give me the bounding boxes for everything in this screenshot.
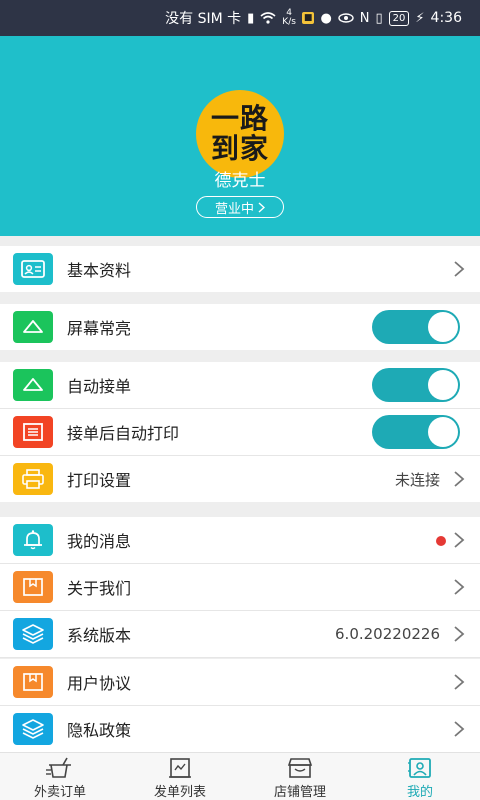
menu-label: 打印设置: [67, 471, 132, 490]
nfc-icon: N: [359, 10, 370, 26]
wifi-icon: [260, 12, 276, 24]
box-icon: [13, 571, 53, 603]
toggle-knob: [428, 417, 458, 447]
toggle-knob: [428, 312, 458, 342]
menu-label: 接单后自动打印: [67, 424, 180, 443]
menu-item-auto-accept: 自动接单: [0, 362, 480, 408]
chevron-right-icon: [454, 674, 465, 690]
profile-header: 一路 到家 德克士 营业中: [0, 36, 480, 236]
menu-label: 自动接单: [67, 377, 132, 396]
sun-outline-icon: [13, 311, 53, 343]
brand-logo: 一路 到家: [196, 90, 284, 178]
menu-item-messages[interactable]: 我的消息: [0, 517, 480, 563]
layers-icon: [13, 713, 53, 745]
nav-label: 我的: [406, 785, 433, 800]
menu-item-privacy[interactable]: 隐私政策: [0, 706, 480, 752]
chevron-right-icon: [454, 626, 465, 642]
menu-item-about[interactable]: 关于我们: [0, 564, 480, 610]
charging-icon: ⚡: [415, 10, 425, 26]
eye-icon: [338, 13, 354, 23]
nav-mine[interactable]: 我的: [360, 753, 480, 800]
logo-line-1: 一路: [210, 102, 269, 135]
divider: [0, 657, 480, 658]
nav-label: 发单列表: [153, 785, 206, 800]
chevron-right-icon: [454, 261, 465, 277]
battery-icon: 20: [388, 10, 410, 26]
menu-item-version[interactable]: 系统版本 6.0.20220226: [0, 611, 480, 657]
menu-label: 屏幕常亮: [67, 319, 132, 338]
nav-takeout-orders[interactable]: 外卖订单: [0, 753, 120, 800]
printer-icon: [13, 463, 53, 495]
menu-label: 关于我们: [67, 579, 132, 598]
menu-label: 用户协议: [67, 674, 132, 693]
screen-on-toggle[interactable]: [372, 310, 460, 344]
id-card-icon: [13, 253, 53, 285]
unread-dot: [436, 536, 446, 546]
menu-item-basic-info[interactable]: 基本资料: [0, 246, 480, 292]
chevron-right-icon: [454, 471, 465, 487]
business-status-button[interactable]: 营业中: [196, 196, 284, 218]
menu-label: 系统版本: [67, 626, 132, 645]
wechat-icon: ●: [320, 10, 332, 26]
business-status-label: 营业中: [214, 201, 254, 217]
logo-line-2: 到家: [210, 132, 269, 165]
menu-label: 隐私政策: [67, 721, 132, 740]
bottom-navigation: 外卖订单 发单列表 店铺管理 我的: [0, 752, 480, 800]
carrier-text: 没有 SIM 卡: [165, 11, 242, 27]
menu-label: 我的消息: [67, 532, 132, 551]
menu-item-user-agreement[interactable]: 用户协议: [0, 659, 480, 705]
takeout-cup-icon: [46, 757, 71, 778]
chevron-right-icon: [454, 532, 465, 548]
document-list-icon: [169, 758, 191, 778]
network-speed: 4 K/s: [282, 9, 296, 27]
sim-alert-icon: ▮: [247, 10, 255, 26]
clock-time: 4:36: [430, 10, 462, 26]
box-icon: [13, 666, 53, 698]
auto-print-toggle[interactable]: [372, 415, 460, 449]
vibrate-icon: ▯: [375, 10, 383, 26]
status-bar: 没有 SIM 卡 ▮ 4 K/s ■ ● N ▯ 20 ⚡ 4:36: [0, 0, 480, 36]
menu-item-screen-on: 屏幕常亮: [0, 304, 480, 350]
receipt-icon: [13, 416, 53, 448]
nav-label: 店铺管理: [273, 785, 326, 800]
store-icon: [287, 758, 313, 778]
toggle-knob: [428, 370, 458, 400]
speed-unit: K/s: [282, 17, 296, 27]
printer-status: 未连接: [394, 470, 440, 489]
menu-item-print-settings[interactable]: 打印设置 未连接: [0, 456, 480, 502]
version-number: 6.0.20220226: [335, 625, 440, 643]
layers-icon: [13, 618, 53, 650]
nav-dispatch-list[interactable]: 发单列表: [120, 753, 240, 800]
menu-item-auto-print: 接单后自动打印: [0, 409, 480, 455]
chevron-right-icon: [454, 579, 465, 595]
bell-icon: [13, 524, 53, 556]
profile-card-icon: [408, 758, 431, 778]
auto-accept-toggle[interactable]: [372, 368, 460, 402]
chevron-right-icon: [258, 201, 265, 213]
chevron-right-icon: [454, 721, 465, 737]
notification-app-icon: ■: [301, 12, 315, 24]
nav-store-management[interactable]: 店铺管理: [240, 753, 360, 800]
nav-label: 外卖订单: [33, 785, 86, 800]
sun-outline-icon: [13, 369, 53, 401]
shop-name: 德克士: [214, 171, 266, 191]
menu-label: 基本资料: [67, 261, 132, 280]
